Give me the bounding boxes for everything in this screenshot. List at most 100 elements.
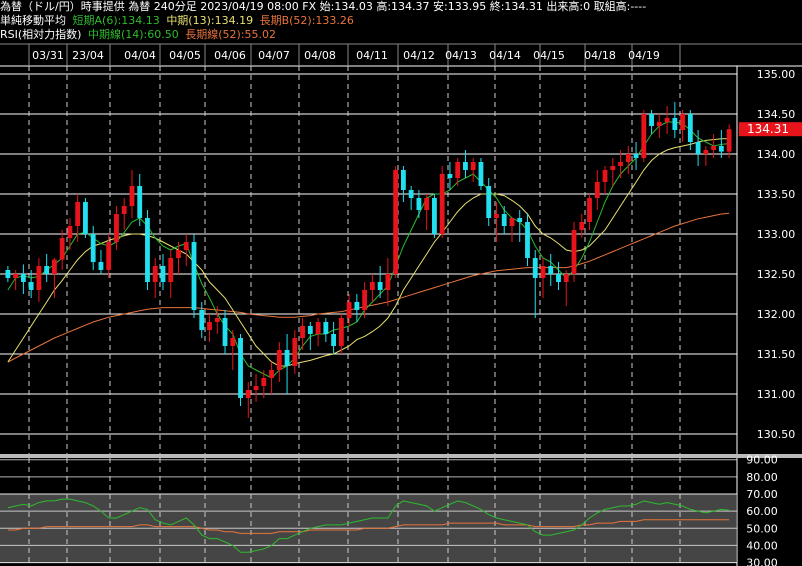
candle-up (230, 338, 236, 346)
date-label: 04/12 (403, 49, 435, 62)
price-tick-label: 134.50 (757, 108, 796, 121)
candle-up (13, 274, 19, 278)
candle-up (393, 170, 399, 274)
candle-up (261, 378, 267, 386)
candle-down (432, 198, 437, 234)
rsi-title: RSI(相対力指数) (0, 28, 82, 41)
rsi-tick-label: 60.00 (746, 505, 778, 518)
price-tick-label: 130.50 (757, 428, 796, 441)
candle-up (618, 162, 623, 166)
candle-up (540, 266, 546, 278)
candle-down (191, 242, 197, 310)
ma-short-legend: 短期A(6):134.13 (72, 14, 160, 27)
date-label: 04/11 (356, 49, 388, 62)
candle-down (284, 350, 290, 366)
candle-down (98, 262, 104, 270)
candle-down (331, 334, 337, 346)
candle-up (269, 370, 274, 378)
date-label: 04/18 (584, 49, 616, 62)
candle-up (59, 238, 65, 260)
candle-down (400, 170, 406, 190)
candle-up (424, 198, 430, 210)
header-ma-line: 単純移動平均 短期A(6):134.13 中期(13):134.19 長期B(5… (0, 14, 802, 28)
candle-down (137, 186, 143, 218)
candle-down (695, 142, 701, 154)
candle-down (145, 218, 150, 282)
price-tick-label: 131.00 (757, 388, 796, 401)
candle-down (377, 282, 383, 290)
candle-up (183, 242, 189, 250)
candle-down (548, 266, 554, 274)
date-label: 04/05 (169, 49, 201, 62)
candle-up (75, 202, 81, 226)
price-tick-label: 133.00 (757, 228, 796, 241)
candle-down (486, 186, 492, 218)
candle-up (594, 182, 600, 198)
candle-up (625, 154, 631, 162)
price-tick-label: 132.00 (757, 308, 796, 321)
candle-down (354, 302, 360, 310)
candle-down (525, 222, 530, 258)
candle-up (470, 162, 476, 170)
rsi-mid-legend: 中期線(14):60.50 (87, 28, 179, 41)
candle-down (222, 318, 228, 346)
rsi-tick-label: 40.00 (746, 539, 778, 552)
candle-down (687, 114, 693, 142)
date-label: 04/14 (489, 49, 521, 62)
candle-up (253, 386, 259, 390)
candle-up (703, 150, 709, 154)
date-label: 04/06 (214, 49, 246, 62)
candle-up (494, 214, 499, 218)
pane-separator (0, 454, 802, 458)
candle-down (90, 234, 96, 262)
ma-mid-legend: 中期(13):134.19 (166, 14, 254, 27)
candle-up (106, 242, 112, 270)
candle-up (641, 114, 647, 158)
candle-up (338, 318, 344, 346)
candle-down (478, 162, 484, 186)
candle-up (292, 338, 298, 366)
candle-up (579, 222, 585, 230)
candle-down (83, 202, 88, 234)
candle-down (649, 114, 654, 126)
candle-down (416, 198, 422, 210)
date-label: 04/07 (258, 49, 290, 62)
ma-title: 単純移動平均 (0, 14, 66, 27)
candle-up (245, 390, 251, 398)
candle-up (509, 218, 515, 226)
candle-up (176, 250, 181, 258)
candle-up (300, 326, 305, 338)
candle-down (718, 146, 724, 152)
candle-up (385, 274, 391, 290)
candle-up (346, 302, 352, 318)
candle-down (20, 274, 26, 282)
rsi-tick-label: 70.00 (746, 488, 778, 501)
candle-up (207, 322, 212, 330)
candle-up (587, 198, 592, 222)
candle-down (160, 266, 166, 282)
candle-down (238, 338, 243, 398)
last-price-label: 134.31 (747, 122, 789, 136)
candle-up (36, 266, 42, 290)
candle-down (501, 214, 507, 226)
candle-up (276, 350, 282, 370)
candle-down (532, 258, 538, 278)
rsi-tick-label: 80.00 (746, 471, 778, 484)
candle-up (168, 258, 174, 282)
candle-down (199, 310, 205, 330)
candle-down (672, 118, 678, 130)
candle-up (152, 266, 158, 282)
candle-up (711, 146, 717, 150)
candle-down (323, 322, 329, 334)
candle-up (656, 122, 662, 126)
candle-down (633, 154, 639, 158)
candle-up (455, 162, 461, 178)
candle-down (517, 218, 523, 222)
date-label: 23/04 (72, 49, 104, 62)
quote-summary: 為替（ドル/円）時事提供 為替 240分足 2023/04/19 08:00 F… (0, 0, 647, 13)
candle-up (369, 282, 375, 290)
price-tick-label: 133.50 (757, 188, 796, 201)
rsi-tick-label: 50.00 (746, 522, 778, 535)
header-quote-line: 為替（ドル/円）時事提供 為替 240分足 2023/04/19 08:00 F… (0, 0, 802, 14)
price-tick-label: 131.50 (757, 348, 796, 361)
